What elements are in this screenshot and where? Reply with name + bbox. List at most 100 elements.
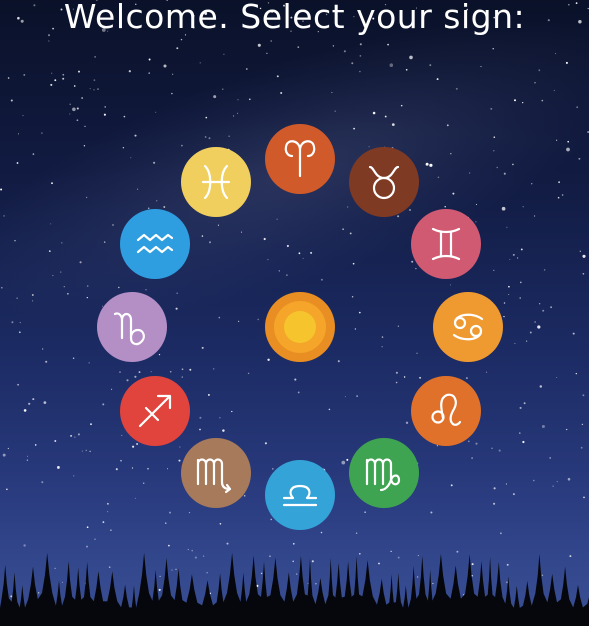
star	[391, 123, 395, 126]
star	[63, 286, 65, 288]
star	[86, 296, 88, 299]
star	[18, 133, 19, 135]
capricorn-button[interactable]	[97, 292, 167, 362]
star	[171, 73, 174, 75]
star	[217, 224, 219, 226]
star	[450, 484, 453, 487]
star	[469, 172, 471, 174]
star	[56, 465, 60, 469]
star	[102, 403, 105, 406]
scorpio-button[interactable]	[181, 438, 251, 508]
leo-button[interactable]	[411, 376, 481, 446]
star	[147, 467, 149, 470]
star	[334, 110, 336, 112]
star	[72, 357, 75, 360]
star	[7, 77, 10, 79]
sagittarius-button[interactable]	[120, 376, 190, 446]
star	[22, 115, 24, 117]
star	[522, 206, 524, 208]
star	[395, 371, 398, 374]
star	[85, 449, 87, 451]
star	[16, 162, 19, 164]
star	[207, 393, 210, 396]
star	[2, 453, 6, 457]
star	[353, 127, 355, 130]
star	[76, 107, 79, 110]
star	[212, 368, 215, 370]
star	[240, 231, 243, 233]
star	[0, 286, 3, 289]
star	[238, 320, 240, 322]
star	[286, 244, 289, 248]
star	[552, 485, 554, 487]
star	[526, 340, 528, 342]
star	[446, 124, 449, 127]
star	[372, 111, 376, 115]
star	[267, 258, 269, 261]
star	[270, 40, 273, 42]
star	[70, 434, 73, 437]
star	[3, 215, 5, 217]
aries-button[interactable]	[265, 124, 335, 194]
star	[180, 38, 183, 41]
star	[86, 285, 89, 287]
star	[51, 182, 53, 185]
treeline-silhouette	[0, 552, 589, 626]
star	[41, 132, 43, 134]
star	[32, 398, 35, 401]
star	[294, 378, 297, 381]
star	[62, 77, 65, 80]
star	[264, 442, 267, 445]
star	[493, 136, 496, 138]
star	[582, 394, 585, 397]
star	[452, 192, 455, 195]
star	[298, 252, 301, 255]
star	[512, 163, 514, 166]
star	[148, 58, 151, 61]
star	[493, 150, 495, 152]
star	[354, 328, 357, 330]
star	[582, 254, 586, 258]
star	[561, 194, 564, 196]
page-title: Welcome. Select your sign:	[63, 0, 526, 36]
star	[320, 531, 323, 534]
cancer-button[interactable]	[433, 292, 503, 362]
star	[576, 106, 579, 109]
virgo-button[interactable]	[349, 438, 419, 508]
star	[77, 433, 80, 436]
star	[163, 64, 167, 68]
star	[346, 458, 349, 461]
star	[328, 408, 331, 411]
taurus-button[interactable]	[349, 147, 419, 217]
star	[541, 424, 545, 429]
star	[409, 55, 413, 60]
libra-button[interactable]	[265, 460, 335, 530]
star	[498, 449, 501, 452]
star	[61, 242, 63, 244]
star	[119, 371, 121, 373]
star	[42, 348, 44, 350]
star	[542, 309, 545, 312]
star	[505, 483, 507, 485]
pisces-button[interactable]	[181, 147, 251, 217]
star	[566, 428, 568, 431]
star	[355, 532, 358, 534]
sun-button[interactable]	[265, 292, 335, 362]
star	[106, 502, 109, 505]
capricorn-icon	[97, 292, 167, 362]
star	[88, 362, 90, 364]
gemini-button[interactable]	[411, 209, 481, 279]
star	[343, 50, 346, 53]
star	[565, 61, 568, 64]
star	[249, 98, 251, 101]
cancer-circle	[433, 292, 503, 362]
star	[503, 172, 506, 175]
aquarius-button[interactable]	[120, 209, 190, 279]
star	[19, 322, 21, 324]
star	[0, 188, 3, 191]
star	[169, 511, 171, 514]
star	[176, 47, 179, 50]
star	[43, 401, 47, 404]
star	[579, 250, 581, 252]
star	[74, 436, 76, 438]
